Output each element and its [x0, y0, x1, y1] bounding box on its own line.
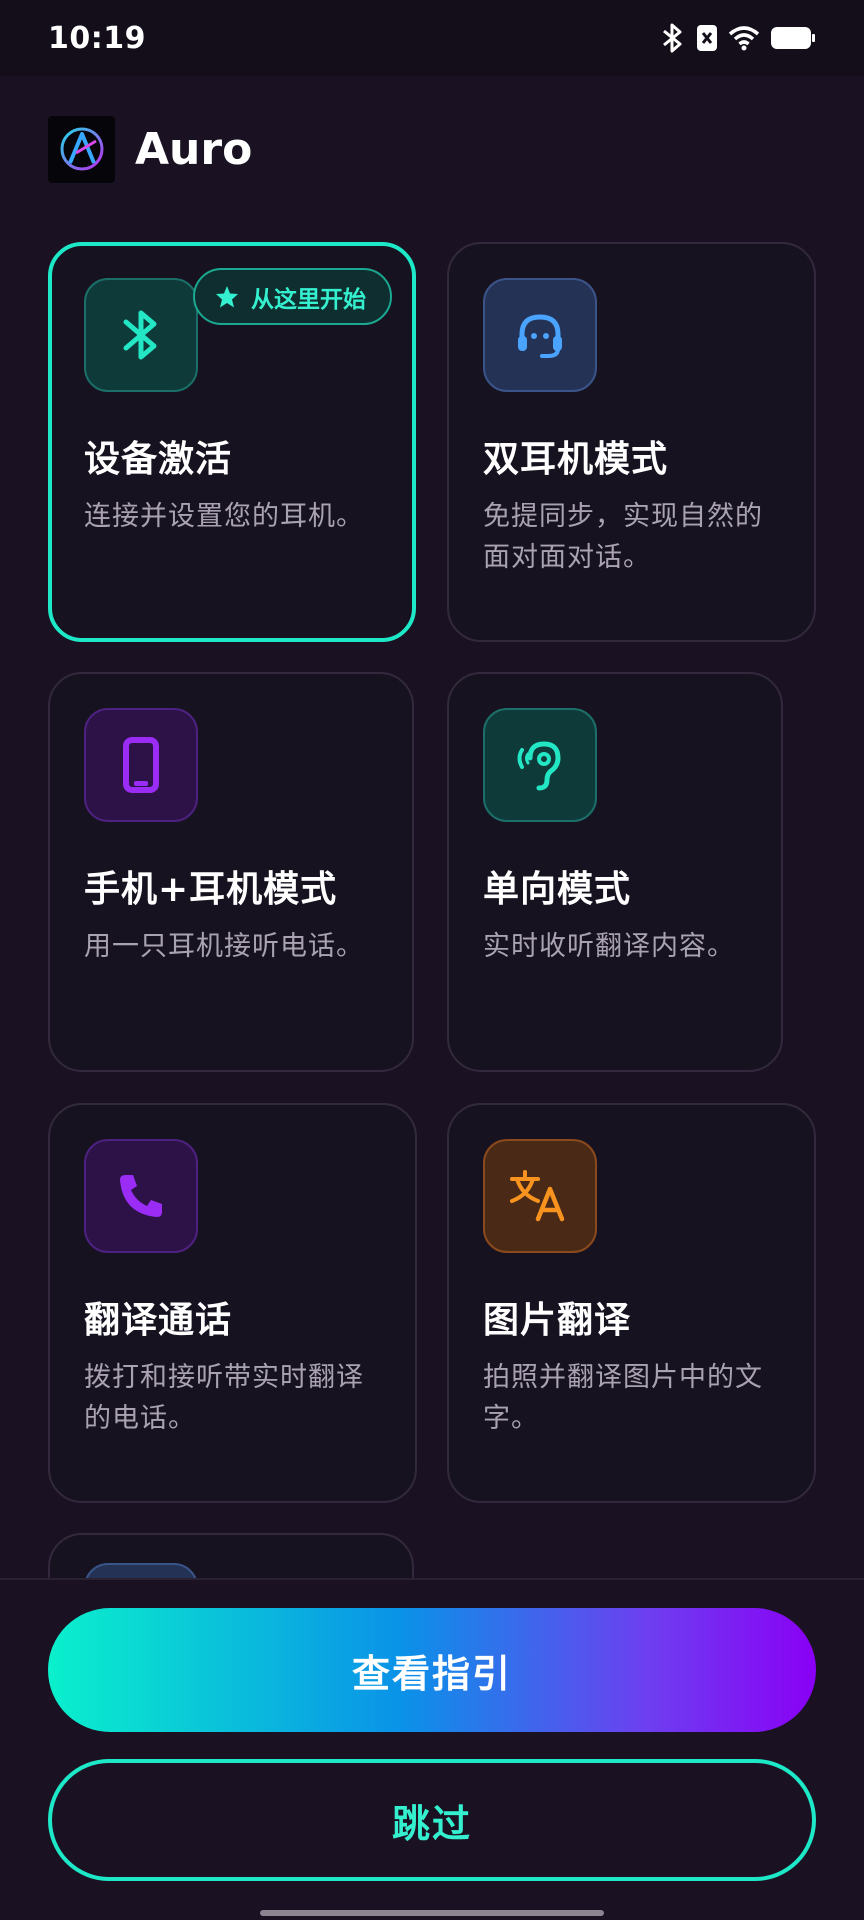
app-header: Auro: [48, 115, 252, 183]
card-title: 设备激活: [84, 439, 233, 480]
wifi-icon: [728, 26, 760, 51]
start-here-badge: 从这里开始: [193, 268, 392, 325]
call-icon: [120, 1175, 162, 1217]
card-desc: 实时收听翻译内容。: [483, 931, 735, 962]
card-title: 双耳机模式: [483, 439, 669, 480]
battery-icon: [771, 27, 815, 49]
card-icon: [483, 1139, 597, 1253]
bluetooth-icon: [663, 23, 682, 53]
headset-icon: [518, 314, 562, 358]
skip-button[interactable]: 跳过: [48, 1759, 816, 1881]
bluetooth-icon: [123, 310, 157, 360]
bottom-panel: 查看指引 跳过: [0, 1578, 864, 1920]
status-icons: [660, 23, 816, 53]
card-image-translation[interactable]: 图片翻译 拍照并翻译图片中的文字。: [447, 1103, 816, 1503]
card-desc: 免提同步，实现自然的面对面对话。: [483, 501, 763, 573]
screen: 10:19 Auro 从这里开始 设备激活 连接并设置您的耳机。 双耳机模式 免…: [0, 0, 864, 1920]
card-desc: 用一只耳机接听电话。: [84, 931, 364, 962]
app-name: Auro: [135, 123, 253, 175]
card-icon: [84, 708, 198, 822]
card-one-way-mode[interactable]: 单向模式 实时收听翻译内容。: [447, 672, 783, 1072]
card-phone-earphone-mode[interactable]: 手机+耳机模式 用一只耳机接听电话。: [48, 672, 414, 1072]
translate-icon: [510, 1170, 565, 1222]
app-logo: [48, 115, 115, 183]
card-icon: [483, 278, 597, 392]
card-title: 翻译通话: [84, 1300, 233, 1341]
status-bar: 10:19: [0, 0, 864, 76]
card-icon: [483, 708, 597, 822]
card-title: 图片翻译: [483, 1300, 632, 1341]
card-translated-call[interactable]: 翻译通话 拨打和接听带实时翻译的电话。: [48, 1103, 417, 1503]
card-desc: 拍照并翻译图片中的文字。: [483, 1362, 763, 1434]
card-icon: [84, 278, 198, 392]
ear-icon: [517, 741, 561, 791]
card-title: 单向模式: [483, 869, 632, 910]
card-desc: 连接并设置您的耳机。: [84, 501, 364, 532]
card-dual-earphone-mode[interactable]: 双耳机模式 免提同步，实现自然的面对面对话。: [447, 242, 816, 642]
view-guide-button[interactable]: 查看指引: [48, 1608, 816, 1732]
start-here-label: 从这里开始: [251, 286, 366, 313]
sim-off-icon: [697, 25, 717, 51]
star-icon: [216, 285, 238, 307]
phone-icon: [123, 737, 159, 793]
card-device-activation[interactable]: 从这里开始 设备激活 连接并设置您的耳机。: [48, 242, 416, 642]
card-icon: [84, 1139, 198, 1253]
auro-logo-icon: [60, 127, 103, 171]
card-desc: 拨打和接听带实时翻译的电话。: [84, 1362, 364, 1434]
status-time: 10:19: [48, 20, 146, 56]
card-title: 手机+耳机模式: [84, 869, 338, 910]
home-indicator[interactable]: [260, 1910, 604, 1916]
